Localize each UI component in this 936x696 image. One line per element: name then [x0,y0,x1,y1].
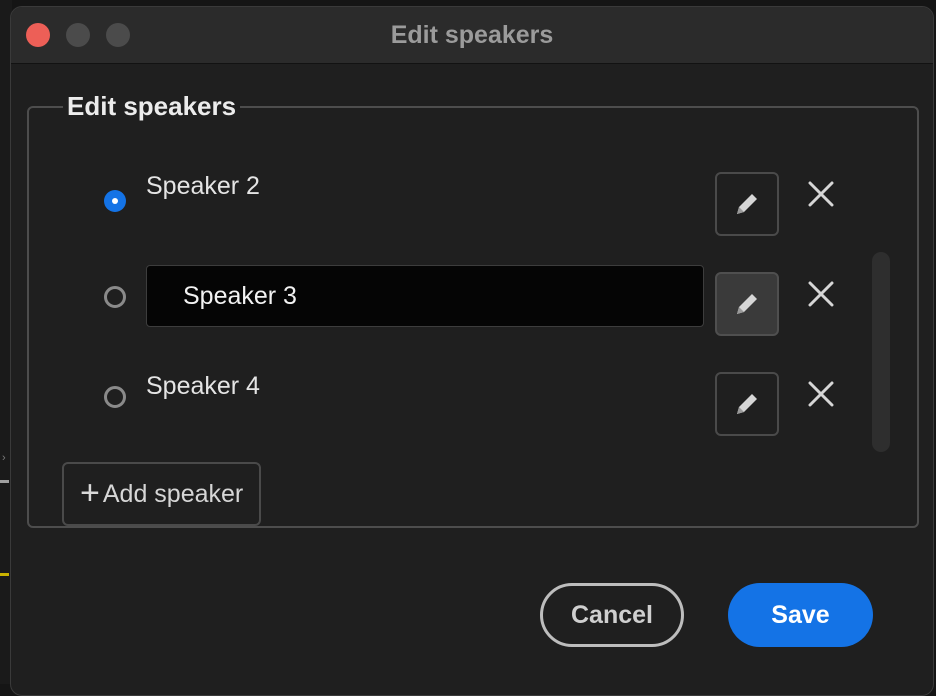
background-chevron-icon: › [2,452,6,464]
remove-speaker-button[interactable] [801,174,841,214]
close-icon [808,381,834,407]
plus-icon: + [80,473,100,512]
speaker-name: Speaker 2 [146,172,260,200]
edit-speaker-button[interactable] [715,372,779,436]
speaker-radio[interactable] [104,286,126,308]
speaker-row: Speaker 2 [29,160,917,240]
cancel-button[interactable]: Cancel [540,583,684,647]
pencil-icon [737,194,757,214]
speaker-row [29,260,917,340]
speakers-group: Edit speakers Speaker 2 Speaker 3 Speake… [27,91,919,528]
add-speaker-label: Add speaker [102,479,244,508]
title-bar: Edit speakers [11,7,933,64]
speaker-radio-selected[interactable] [104,190,126,212]
speaker-name: Speaker 4 [146,372,260,400]
edit-speaker-button[interactable] [715,272,779,336]
add-speaker-button[interactable]: + Add speaker [62,462,261,526]
speaker-row: Speaker 4 [29,360,917,440]
background-playhead-marker [0,573,9,576]
pencil-icon [737,394,757,414]
window-title: Edit speakers [390,21,554,49]
speaker-radio[interactable] [104,386,126,408]
save-button[interactable]: Save [728,583,873,647]
edit-speaker-button[interactable] [715,172,779,236]
pencil-icon [737,294,757,314]
close-icon [808,281,834,307]
group-title: Edit speakers [67,91,237,121]
close-icon [808,181,834,207]
speaker-name-input[interactable] [146,265,704,327]
remove-speaker-button[interactable] [801,274,841,314]
remove-speaker-button[interactable] [801,374,841,414]
background-marker [0,480,9,483]
speaker-list-scrollbar[interactable] [872,252,890,452]
edit-speakers-dialog: Edit speakers Edit speakers Speaker 2 Sp… [10,6,934,696]
